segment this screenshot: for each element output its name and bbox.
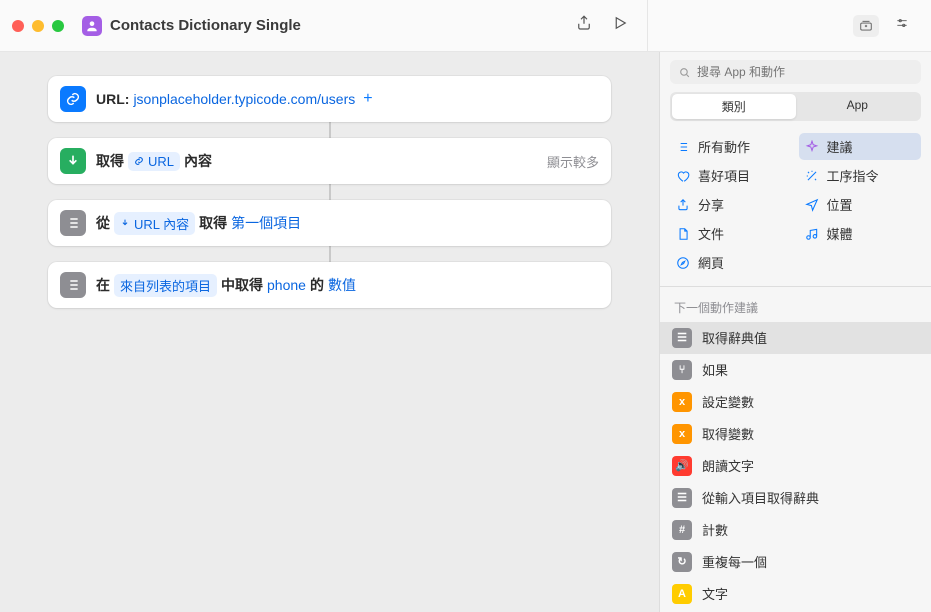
- action-library-sidebar: 類別 App 所有動作 建議 喜好項目 工序指令 分享 位置 文件 媒體 網頁 …: [659, 52, 931, 612]
- run-button[interactable]: [611, 14, 629, 37]
- traffic-lights: [12, 20, 64, 32]
- cat-documents[interactable]: 文件: [670, 220, 793, 247]
- segment-apps[interactable]: App: [796, 94, 920, 119]
- url-value[interactable]: jsonplaceholder.typicode.com/users: [133, 91, 355, 107]
- settings-button[interactable]: [893, 16, 911, 35]
- value-type[interactable]: 數值: [328, 275, 356, 295]
- contacts-app-icon: [82, 16, 102, 36]
- connector: [329, 184, 331, 200]
- segment-categories[interactable]: 類別: [672, 94, 796, 119]
- cat-location[interactable]: 位置: [799, 191, 922, 218]
- suggestion-item[interactable]: A文字: [660, 578, 931, 610]
- variable-icon: x: [672, 392, 692, 412]
- close-window[interactable]: [12, 20, 24, 32]
- list-icon: ☰: [672, 488, 692, 508]
- link-icon: [60, 86, 86, 112]
- titlebar: Contacts Dictionary Single: [0, 0, 931, 52]
- suggestion-item[interactable]: #計數: [660, 514, 931, 546]
- list-icon: [676, 140, 690, 154]
- connector: [329, 246, 331, 262]
- get-item-from-list-card[interactable]: 從 URL 內容 取得 第一個項目: [48, 200, 611, 246]
- cat-media[interactable]: 媒體: [799, 220, 922, 247]
- safari-icon: [676, 256, 690, 270]
- sparkle-icon: [805, 140, 819, 154]
- url-contents-variable[interactable]: URL 內容: [114, 212, 195, 235]
- music-icon: [805, 227, 819, 241]
- suggestion-item[interactable]: ⑂如果: [660, 354, 931, 386]
- library-add-button[interactable]: [853, 15, 879, 37]
- cat-all-actions[interactable]: 所有動作: [670, 133, 793, 160]
- get-label: 取得: [199, 213, 227, 233]
- show-more-button[interactable]: 顯示較多: [547, 152, 599, 171]
- url-label: URL:: [96, 91, 129, 107]
- hash-icon: #: [672, 520, 692, 540]
- zoom-window[interactable]: [52, 20, 64, 32]
- key-name[interactable]: phone: [267, 277, 306, 293]
- list-item-variable[interactable]: 來自列表的項目: [114, 274, 217, 297]
- contents-label: 內容: [184, 151, 212, 171]
- get-dictionary-value-card[interactable]: 在 來自列表的項目 中取得 phone 的 數值: [48, 262, 611, 308]
- mid-label: 中取得: [221, 275, 263, 295]
- search-field[interactable]: [670, 60, 921, 84]
- list-icon: [60, 210, 86, 236]
- of-label: 的: [310, 275, 324, 295]
- from-label: 從: [96, 213, 110, 233]
- in-label: 在: [96, 275, 110, 295]
- download-icon: [60, 148, 86, 174]
- document-icon: [676, 227, 690, 241]
- workflow-canvas[interactable]: URL: jsonplaceholder.typicode.com/users …: [0, 52, 659, 612]
- suggestions-header: 下一個動作建議: [660, 293, 931, 322]
- suggestion-item[interactable]: 🔊朗讀文字: [660, 450, 931, 482]
- heart-icon: [676, 169, 690, 183]
- list-icon: [60, 272, 86, 298]
- cat-suggestions[interactable]: 建議: [799, 133, 922, 160]
- get-label: 取得: [96, 151, 124, 171]
- add-url-button[interactable]: +: [359, 90, 376, 108]
- divider: [660, 286, 931, 287]
- search-icon: [678, 66, 691, 79]
- search-input[interactable]: [697, 65, 913, 79]
- variable-icon: x: [672, 424, 692, 444]
- url-variable-token[interactable]: URL: [128, 152, 180, 171]
- connector: [329, 122, 331, 138]
- url-action-card[interactable]: URL: jsonplaceholder.typicode.com/users …: [48, 76, 611, 122]
- wand-icon: [805, 169, 819, 183]
- share-button[interactable]: [575, 14, 593, 37]
- cat-sharing[interactable]: 分享: [670, 191, 793, 218]
- first-item-value[interactable]: 第一個項目: [231, 213, 301, 233]
- location-icon: [805, 198, 819, 212]
- speaker-icon: 🔊: [672, 456, 692, 476]
- text-icon: A: [672, 584, 692, 604]
- suggestion-item[interactable]: ↻重複每一個: [660, 546, 931, 578]
- branch-icon: ⑂: [672, 360, 692, 380]
- library-segmented-control[interactable]: 類別 App: [670, 92, 921, 121]
- share-icon: [676, 198, 690, 212]
- cat-favorites[interactable]: 喜好項目: [670, 162, 793, 189]
- minimize-window[interactable]: [32, 20, 44, 32]
- get-url-contents-card[interactable]: 取得 URL 內容 顯示較多: [48, 138, 611, 184]
- list-icon: ☰: [672, 328, 692, 348]
- suggestion-item[interactable]: x取得變數: [660, 418, 931, 450]
- cat-web[interactable]: 網頁: [670, 249, 793, 276]
- window-title: Contacts Dictionary Single: [110, 17, 567, 34]
- suggestion-item[interactable]: ☰從輸入項目取得辭典: [660, 482, 931, 514]
- repeat-icon: ↻: [672, 552, 692, 572]
- cat-scripting[interactable]: 工序指令: [799, 162, 922, 189]
- suggestion-item[interactable]: ☰取得辭典值: [660, 322, 931, 354]
- suggestion-item[interactable]: x設定變數: [660, 386, 931, 418]
